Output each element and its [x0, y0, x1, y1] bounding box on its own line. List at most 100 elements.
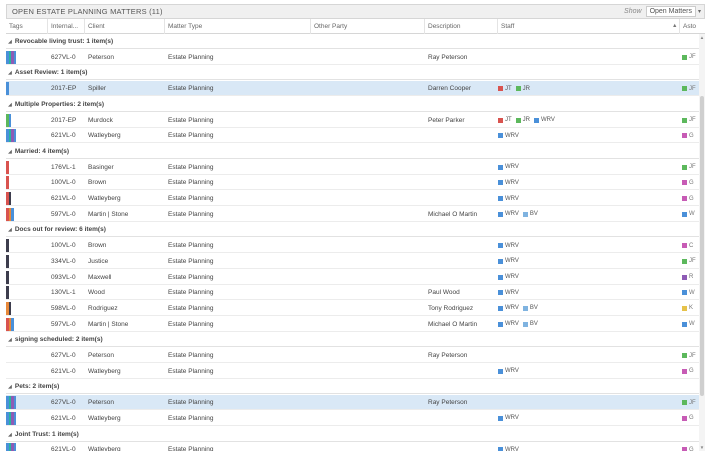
- table-row[interactable]: 100VL-0 Brown Estate Planning WRV C: [6, 238, 699, 254]
- assigned-color-square: [682, 305, 687, 311]
- col-header-description[interactable]: Description: [425, 19, 498, 34]
- cell-matter-type: Estate Planning: [168, 163, 214, 171]
- table-row[interactable]: 130VL-1 Wood Estate Planning Paul Wood WRV W: [6, 285, 699, 301]
- table-row[interactable]: 627VL-0 Peterson Estate Planning Ray Peters…: [6, 395, 699, 411]
- staff-initials: WRV: [505, 415, 519, 422]
- staff-chip: WRV: [498, 164, 519, 170]
- staff-chip: WRV: [498, 321, 519, 327]
- staff-cell: JT JR: [498, 81, 534, 96]
- collapse-triangle-icon[interactable]: ◢: [8, 432, 12, 438]
- cell-client: Murdock: [88, 116, 113, 124]
- col-header-matter-type[interactable]: Matter Type: [165, 19, 311, 34]
- table-row[interactable]: 621VL-0 Watleyberg Estate Planning WRV G: [6, 411, 699, 426]
- show-filter-select[interactable]: Open Matters: [645, 6, 696, 17]
- cell-client: Basinger: [88, 163, 114, 171]
- cell-internal: 621VL-0: [51, 414, 76, 422]
- staff-color-square: [498, 368, 503, 374]
- assigned-cell: JF: [682, 160, 696, 175]
- group-header-row[interactable]: ◢ Revocable living trust: 1 item(s): [6, 34, 699, 49]
- scrollbar-thumb[interactable]: [700, 96, 704, 396]
- tag-bar: [6, 270, 9, 284]
- col-header-staff[interactable]: Staff: [498, 19, 680, 34]
- table-row[interactable]: 176VL-1 Basinger Estate Planning WRV JF: [6, 160, 699, 175]
- col-header-client[interactable]: Client: [85, 19, 165, 34]
- cell-description: Peter Parker: [428, 116, 465, 124]
- scroll-up-icon[interactable]: ▲: [699, 35, 705, 40]
- table-row[interactable]: 621VL-0 Watleyberg Estate Planning WRV G: [6, 191, 699, 206]
- assigned-color-square: [682, 180, 687, 186]
- table-row[interactable]: 2017-EP Murdock Estate Planning Peter Parke…: [6, 113, 699, 128]
- tag-bar: [6, 82, 9, 96]
- assigned-cell: R: [682, 270, 693, 285]
- assigned-initials: W: [689, 211, 695, 218]
- group-header-row[interactable]: ◢ Pets: 2 item(s): [6, 379, 699, 395]
- collapse-triangle-icon[interactable]: ◢: [8, 102, 12, 108]
- assigned-color-square: [682, 447, 687, 451]
- group-header-row[interactable]: ◢ Asset Review: 1 item(s): [6, 65, 699, 81]
- col-header-tags[interactable]: Tags: [6, 19, 48, 34]
- assigned-color-square: [682, 243, 687, 249]
- staff-cell: WRV BV: [498, 207, 542, 222]
- group-header-row[interactable]: ◢ Joint Trust: 1 item(s): [6, 426, 699, 442]
- cell-internal: 176VL-1: [51, 163, 76, 171]
- col-header-internal[interactable]: Internal...: [48, 19, 85, 34]
- assigned-initials: G: [689, 446, 694, 451]
- col-header-assigned[interactable]: Asto: [680, 19, 705, 34]
- cell-client: Peterson: [88, 399, 115, 407]
- table-row[interactable]: 598VL-0 Rodriguez Estate Planning Tony Rodr…: [6, 301, 699, 316]
- cell-description: Michael O Martin: [428, 320, 478, 328]
- table-row[interactable]: 597VL-0 Martin | Stone Estate Planning Mich…: [6, 317, 699, 332]
- staff-color-square: [498, 274, 503, 280]
- table-row[interactable]: 621VL-0 Watleyberg Estate Planning WRV G: [6, 128, 699, 144]
- group-header-row[interactable]: ◢ Married: 4 item(s): [6, 143, 699, 159]
- table-row[interactable]: 621VL-0 Watleyberg Estate Planning WRV G: [6, 364, 699, 379]
- table-row[interactable]: 2017-EP Spiller Estate Planning Darren Coop…: [6, 81, 699, 97]
- collapse-triangle-icon[interactable]: ◢: [8, 149, 12, 155]
- chevron-down-icon[interactable]: ▾: [698, 8, 701, 15]
- group-header-row[interactable]: ◢ signing scheduled: 2 item(s): [6, 332, 699, 348]
- collapse-triangle-icon[interactable]: ◢: [8, 227, 12, 233]
- staff-cell: WRV BV: [498, 317, 542, 332]
- collapse-triangle-icon[interactable]: ◢: [8, 70, 12, 76]
- table-row[interactable]: 627VL-0 Peterson Estate Planning Ray Peters…: [6, 50, 699, 65]
- staff-color-square: [498, 164, 503, 170]
- assigned-color-square: [682, 400, 687, 406]
- table-row[interactable]: 100VL-0 Brown Estate Planning WRV G: [6, 175, 699, 191]
- group-header-row[interactable]: ◢ Docs out for review: 6 item(s): [6, 222, 699, 238]
- staff-initials: WRV: [505, 274, 519, 280]
- collapse-triangle-icon[interactable]: ◢: [8, 337, 12, 343]
- vertical-scrollbar[interactable]: ▲ ▼: [699, 34, 705, 451]
- collapse-triangle-icon[interactable]: ◢: [8, 39, 12, 45]
- table-row[interactable]: 597VL-0 Martin | Stone Estate Planning Mich…: [6, 207, 699, 222]
- assigned-cell: JF: [682, 113, 696, 128]
- scroll-down-icon[interactable]: ▼: [699, 445, 705, 450]
- group-label-text: signing scheduled: 2 item(s): [14, 336, 103, 344]
- staff-color-square: [498, 321, 503, 327]
- staff-color-square: [498, 196, 503, 201]
- group-header-row[interactable]: ◢ Multiple Properties: 2 item(s): [6, 96, 699, 112]
- staff-chip: WRV: [498, 243, 519, 249]
- cell-matter-type: Estate Planning: [168, 446, 214, 451]
- assigned-cell: W: [682, 285, 695, 300]
- assigned-initials: R: [689, 274, 694, 280]
- assigned-cell: W: [682, 317, 695, 332]
- collapse-triangle-icon[interactable]: ◢: [8, 384, 12, 390]
- table-row[interactable]: 621VL-0 Watleyberg Estate Planning WRV G: [6, 442, 699, 451]
- assigned-cell: G: [682, 175, 694, 190]
- assigned-initials: JF: [689, 258, 696, 265]
- staff-chip: WRV: [498, 180, 519, 186]
- show-label: Show: [624, 8, 642, 15]
- table-row[interactable]: 093VL-0 Maxwell Estate Planning WRV R: [6, 270, 699, 285]
- assigned-cell: JF: [682, 81, 696, 96]
- cell-internal: 130VL-1: [51, 289, 76, 297]
- staff-cell: WRV: [498, 175, 523, 190]
- cell-matter-type: Estate Planning: [168, 132, 214, 140]
- table-row[interactable]: 627VL-0 Peterson Estate Planning Ray Peters…: [6, 348, 699, 363]
- cell-description: Ray Peterson: [428, 399, 468, 407]
- tag-bar: [13, 411, 16, 425]
- col-header-other-party[interactable]: Other Party: [311, 19, 425, 34]
- table-row[interactable]: 334VL-0 Justice Estate Planning WRV JF: [6, 254, 699, 269]
- staff-chip: WRV: [498, 211, 519, 217]
- cell-internal: 627VL-0: [51, 399, 76, 407]
- sort-ascending-icon[interactable]: ▲: [672, 19, 677, 34]
